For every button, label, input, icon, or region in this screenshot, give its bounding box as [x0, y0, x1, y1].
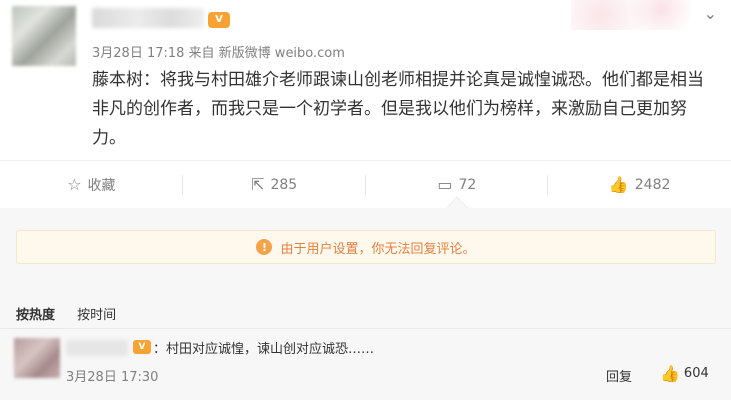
tab-sort-hot[interactable]: 按热度 [16, 308, 55, 323]
decorative-blossom [571, 0, 721, 30]
sort-tabs: 按热度 按时间 [16, 304, 134, 323]
comment-icon: ▭ [437, 175, 453, 194]
comment-like-button[interactable]: 👍 604 [660, 364, 709, 383]
share-icon: ⇱ [251, 175, 265, 194]
comment-time: 3月28日 17:30 [66, 370, 159, 385]
star-icon: ☆ [67, 175, 82, 194]
like-button[interactable]: 👍 2482 [548, 161, 731, 208]
thumbs-up-icon: 👍 [660, 364, 680, 383]
vip-badge-icon: V [133, 340, 151, 354]
comment-count: 72 [458, 176, 477, 193]
commenter-name-blurred[interactable] [66, 340, 128, 356]
action-bar: ☆ 收藏 ⇱ 285 ▭ 72 👍 2482 [0, 160, 731, 208]
weibo-post: V ⌄ 3月28日 17:18 来自 新版微博 weibo.com 藤本树：将我… [0, 0, 731, 160]
comment-like-count: 604 [683, 366, 709, 381]
favorite-label: 收藏 [87, 177, 116, 194]
repost-button[interactable]: ⇱ 285 [183, 161, 366, 208]
repost-count: 285 [270, 176, 298, 193]
divider [0, 328, 731, 329]
like-count: 2482 [634, 176, 671, 193]
notice-text: 由于用户设置，你无法回复评论。 [280, 241, 476, 257]
tab-sort-time[interactable]: 按时间 [77, 308, 116, 323]
author-avatar[interactable] [12, 6, 76, 66]
reply-restriction-notice: ! 由于用户设置，你无法回复评论。 [16, 230, 716, 264]
post-content: 藤本树：将我与村田雄介老师跟谏山创老师相提并论真是诚惶诚恐。他们都是相当非凡的创… [92, 70, 704, 148]
chevron-down-icon[interactable]: ⌄ [704, 4, 717, 23]
reply-button[interactable]: 回复 [606, 366, 632, 385]
thumbs-up-icon: 👍 [608, 175, 629, 194]
vip-badge-icon: V [208, 12, 230, 28]
favorite-button[interactable]: ☆ 收藏 [0, 161, 183, 208]
commenter-avatar[interactable] [14, 338, 60, 378]
post-meta: 3月28日 17:18 来自 新版微博 weibo.com [92, 46, 345, 61]
author-name-blurred[interactable] [92, 8, 204, 28]
warning-icon: ! [256, 239, 273, 255]
comment-text: ：村田对应诚惶，谏山创对应诚恐…… [153, 342, 375, 357]
